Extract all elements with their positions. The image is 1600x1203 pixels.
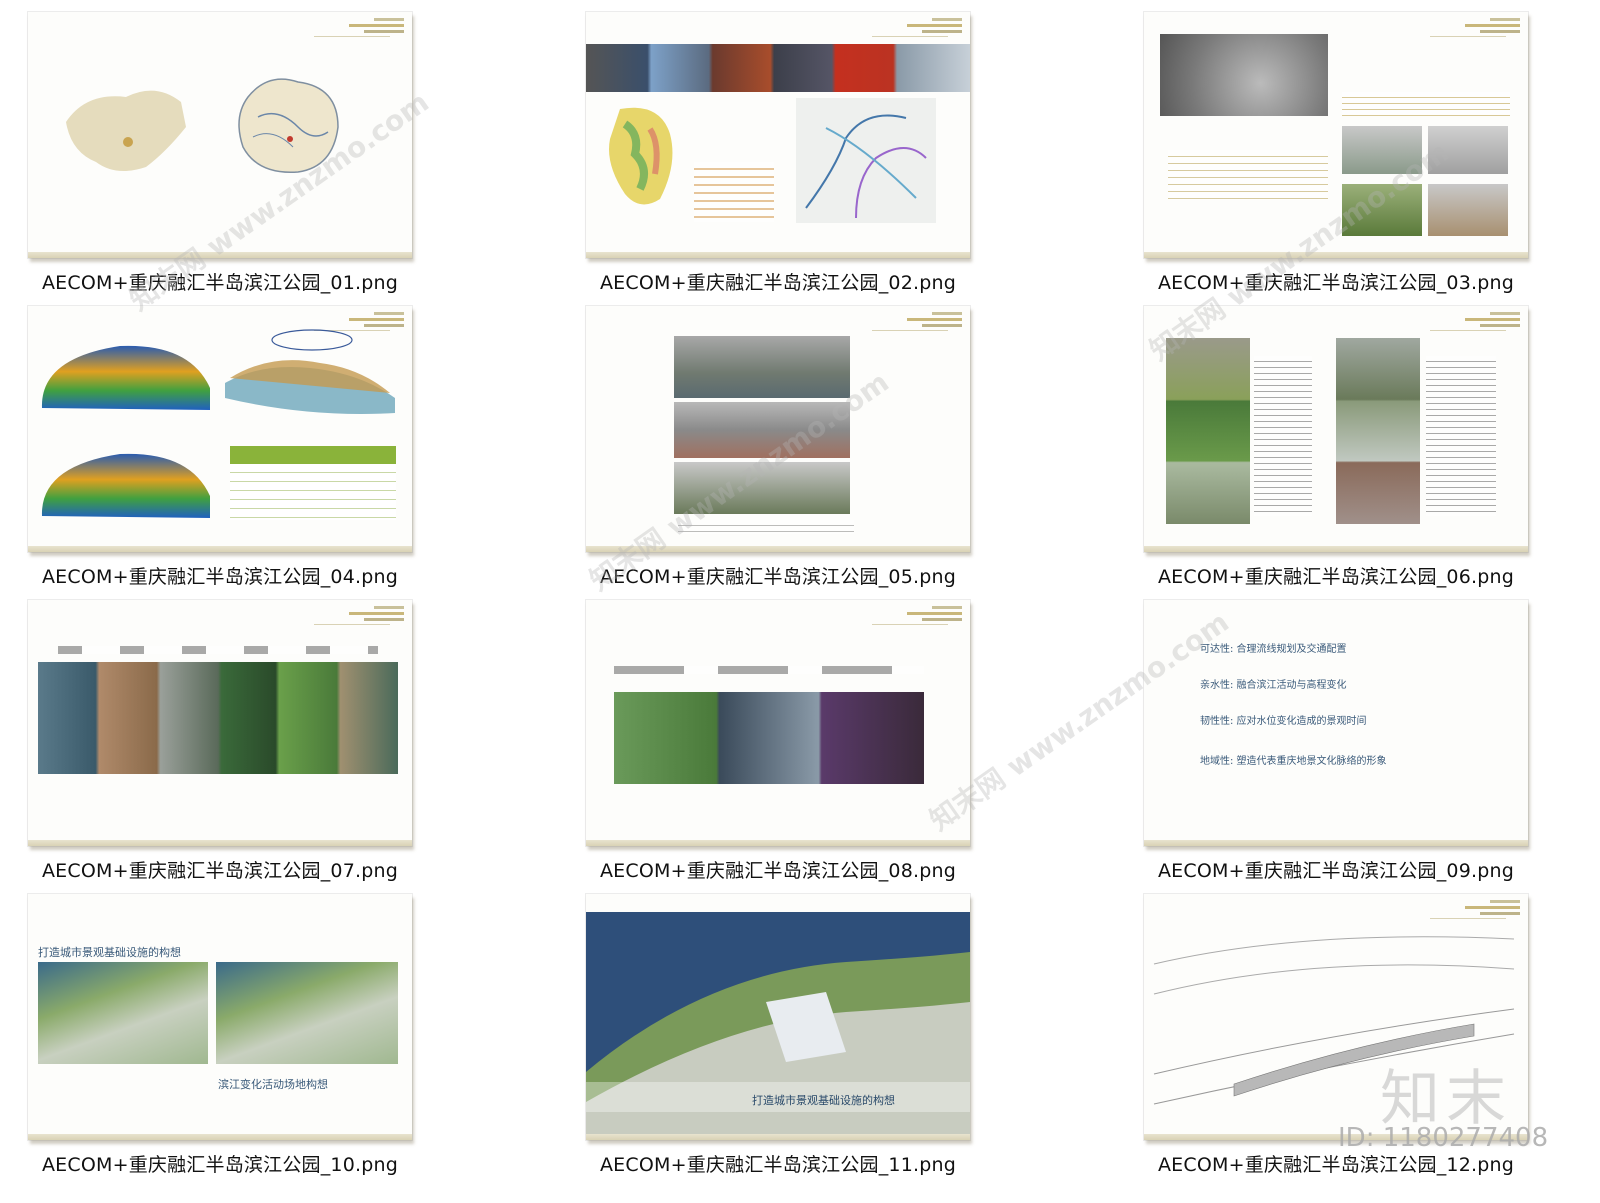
photo-strip <box>614 692 924 784</box>
file-tile[interactable]: 打造城市景观基础设施的构想 滨江变化活动场地构想 AECOM+重庆融汇半岛滨江公… <box>20 894 420 1184</box>
photo-column <box>1336 338 1420 524</box>
thumbnail-image[interactable] <box>1144 12 1528 258</box>
thumbnail-image[interactable] <box>28 306 412 552</box>
principle-accessibility: 可达性: 合理流线规划及交通配置 <box>1200 644 1347 655</box>
slide-header <box>872 312 962 334</box>
text-block <box>1342 92 1510 116</box>
file-name: AECOM+重庆融汇半岛滨江公园_10.png <box>41 1154 399 1176</box>
data-table <box>230 464 396 520</box>
data-table <box>230 446 396 464</box>
region-map-graphic <box>238 78 339 174</box>
terrain-model <box>225 329 395 414</box>
render-caption: 打造城市景观基础设施的构想 <box>752 1094 895 1107</box>
thumbnail-image[interactable] <box>28 600 412 846</box>
masterplan-render <box>38 962 208 1064</box>
thumbnail-image[interactable] <box>586 600 970 846</box>
site-photo <box>1428 184 1508 236</box>
text-block <box>1426 356 1496 516</box>
slide-header <box>1430 900 1520 922</box>
site-photo <box>1428 126 1508 174</box>
china-map-graphic <box>66 90 186 171</box>
file-name: AECOM+重庆融汇半岛滨江公园_04.png <box>41 566 399 588</box>
slide-header <box>314 18 404 40</box>
photo-column <box>1166 338 1250 524</box>
file-name: AECOM+重庆融汇半岛滨江公园_01.png <box>41 272 399 294</box>
slide-header <box>1430 18 1520 40</box>
site-photo <box>674 336 850 398</box>
asset-id: ID: 1180277408 <box>1338 1123 1549 1153</box>
slide-title: 打造城市景观基础设施的构想 <box>38 946 181 959</box>
principle-waterfront: 亲水性: 融合滨江活动与高程变化 <box>1200 680 1347 691</box>
site-photo <box>674 462 850 514</box>
site-photo <box>1342 184 1422 236</box>
file-tile[interactable]: AECOM+重庆融汇半岛滨江公园_07.png <box>20 600 420 890</box>
thumbnail-image[interactable] <box>586 12 970 258</box>
file-tile[interactable]: AECOM+重庆融汇半岛滨江公园_05.png <box>578 306 978 596</box>
file-name: AECOM+重庆融汇半岛滨江公园_05.png <box>599 566 957 588</box>
text-block <box>1168 150 1328 200</box>
file-tile[interactable]: AECOM+重庆融汇半岛滨江公园_08.png <box>578 600 978 890</box>
text-block <box>678 520 854 534</box>
file-name: AECOM+重庆融汇半岛滨江公园_03.png <box>1157 272 1515 294</box>
thumbnail-image[interactable] <box>28 12 412 258</box>
slide-subtitle: 滨江变化活动场地构想 <box>218 1078 328 1091</box>
caption-row <box>614 666 924 674</box>
land-use-map <box>609 107 673 205</box>
slide-header <box>872 606 962 628</box>
elevation-map <box>41 345 210 410</box>
file-name: AECOM+重庆融汇半岛滨江公园_11.png <box>599 1154 957 1176</box>
photo-strip <box>586 44 970 92</box>
masterplan-render <box>216 962 398 1064</box>
file-tile[interactable]: AECOM+重庆融汇半岛滨江公园_03.png <box>1136 12 1536 302</box>
principle-resilience: 韧性性: 应对水位变化造成的景观时间 <box>1200 716 1367 727</box>
transport-map <box>796 98 936 223</box>
file-name: AECOM+重庆融汇半岛滨江公园_02.png <box>599 272 957 294</box>
thumbnail-image[interactable]: 打造城市景观基础设施的构想 滨江变化活动场地构想 <box>28 894 412 1140</box>
thumbnail-image[interactable] <box>586 306 970 552</box>
elevation-map <box>41 453 210 518</box>
file-tile[interactable]: 可达性: 合理流线规划及交通配置 亲水性: 融合滨江活动与高程变化 韧性性: 应… <box>1136 600 1536 890</box>
file-tile[interactable]: AECOM+重庆融汇半岛滨江公园_02.png <box>578 12 978 302</box>
slide-header <box>872 18 962 40</box>
principle-locality: 地域性: 塑造代表重庆地景文化脉络的形象 <box>1200 756 1387 767</box>
photo-strip <box>38 662 398 774</box>
caption-row <box>58 646 378 654</box>
file-tile[interactable]: AECOM+重庆融汇半岛滨江公园_01.png <box>20 12 420 302</box>
file-tile[interactable]: AECOM+重庆融汇半岛滨江公园_06.png <box>1136 306 1536 596</box>
file-name: AECOM+重庆融汇半岛滨江公园_06.png <box>1157 566 1515 588</box>
slide-header <box>1430 312 1520 334</box>
file-name: AECOM+重庆融汇半岛滨江公园_08.png <box>599 860 957 882</box>
file-name: AECOM+重庆融汇半岛滨江公园_09.png <box>1157 860 1515 882</box>
site-photo <box>674 402 850 458</box>
file-name: AECOM+重庆融汇半岛滨江公园_07.png <box>41 860 399 882</box>
slide-header <box>314 606 404 628</box>
thumbnail-image[interactable]: 可达性: 合理流线规划及交通配置 亲水性: 融合滨江活动与高程变化 韧性性: 应… <box>1144 600 1528 846</box>
aerial-photo <box>1160 34 1328 116</box>
file-tile[interactable]: AECOM+重庆融汇半岛滨江公园_04.png <box>20 306 420 596</box>
thumbnail-image[interactable]: 打造城市景观基础设施的构想 <box>586 894 970 1140</box>
file-name: AECOM+重庆融汇半岛滨江公园_12.png <box>1157 1154 1515 1176</box>
thumbnail-image[interactable] <box>1144 306 1528 552</box>
text-block <box>1254 356 1312 516</box>
site-photo <box>1342 126 1422 174</box>
file-tile[interactable]: 打造城市景观基础设施的构想 AECOM+重庆融汇半岛滨江公园_11.png <box>578 894 978 1184</box>
legend-block <box>694 162 774 222</box>
thumbnail-grid: AECOM+重庆融汇半岛滨江公园_01.png AECOM+重庆融汇半岛滨江公园… <box>0 0 1600 1203</box>
